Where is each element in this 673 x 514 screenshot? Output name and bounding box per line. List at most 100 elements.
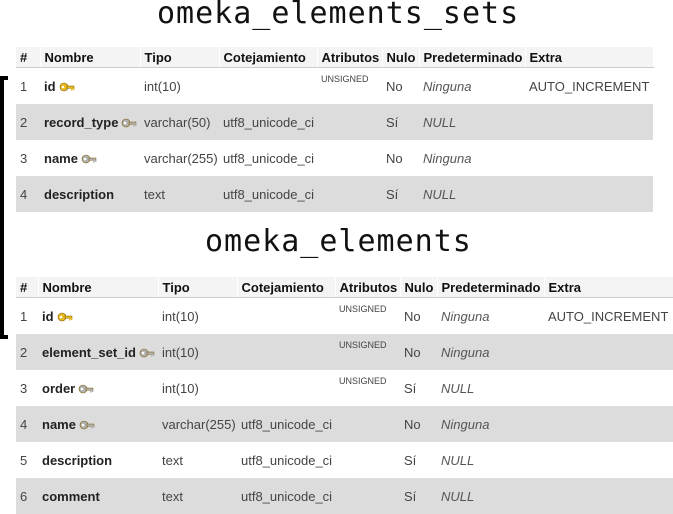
cell-row-number: 4: [16, 176, 40, 212]
header-row-number: #: [16, 277, 38, 298]
header-column-null: Nulo: [382, 47, 419, 68]
cell-column-type: varchar(255): [140, 140, 219, 176]
cell-column-null: No: [400, 298, 437, 335]
cell-column-attributes: UNSIGNED: [317, 68, 382, 105]
header-column-collation: Cotejamiento: [237, 277, 335, 298]
header-column-type: Tipo: [158, 277, 237, 298]
cell-column-default: Ninguna: [437, 334, 544, 370]
index-key-icon: [81, 153, 97, 165]
cell-column-extra: AUTO_INCREMENT: [525, 68, 653, 105]
cell-row-number: 4: [16, 406, 38, 442]
cell-column-default: NULL: [437, 478, 544, 514]
header-column-collation: Cotejamiento: [219, 47, 317, 68]
header-row-number: #: [16, 47, 40, 68]
cell-column-type: int(10): [158, 334, 237, 370]
table-header-row: #NombreTipoCotejamientoAtributosNuloPred…: [16, 47, 653, 68]
cell-column-default: Ninguna: [419, 68, 525, 105]
cell-column-collation: utf8_unicode_ci: [237, 406, 335, 442]
cell-column-attributes: [317, 104, 382, 140]
cell-column-default: NULL: [437, 370, 544, 406]
header-column-name: Nombre: [40, 47, 140, 68]
header-column-default: Predeterminado: [437, 277, 544, 298]
cell-column-type: varchar(50): [140, 104, 219, 140]
cell-column-null: No: [382, 140, 419, 176]
cell-column-type: int(10): [158, 298, 237, 335]
table-body: 1idint(10)UNSIGNEDNoNingunaAUTO_INCREMEN…: [16, 298, 673, 514]
cell-column-collation: utf8_unicode_ci: [237, 442, 335, 478]
cell-row-number: 3: [16, 370, 38, 406]
cell-column-extra: [525, 104, 653, 140]
column-name-label: comment: [42, 489, 100, 504]
cell-column-type: text: [158, 442, 237, 478]
header-column-default: Predeterminado: [419, 47, 525, 68]
column-name-label: description: [42, 453, 112, 468]
cell-column-extra: [525, 140, 653, 176]
cell-column-name: order: [38, 370, 158, 406]
cell-column-attributes: [335, 478, 400, 514]
column-name-label: description: [44, 187, 114, 202]
structure-table: #NombreTipoCotejamientoAtributosNuloPred…: [16, 47, 654, 212]
header-column-extra: Extra: [544, 277, 673, 298]
cell-column-type: int(10): [140, 68, 219, 105]
cell-column-default: Ninguna: [437, 298, 544, 335]
column-name-label: order: [42, 381, 75, 396]
cell-column-name: id: [38, 298, 158, 335]
index-key-icon: [121, 117, 137, 129]
cell-column-extra: [544, 334, 673, 370]
cell-column-name: comment: [38, 478, 158, 514]
cell-column-null: Sí: [400, 442, 437, 478]
cell-column-attributes: [317, 176, 382, 212]
index-key-icon: [78, 383, 94, 395]
table-title: omeka_elements_sets: [157, 0, 519, 31]
column-name-label: id: [44, 79, 56, 94]
cell-column-type: text: [158, 478, 237, 514]
primary-key-icon: [59, 81, 75, 93]
cell-column-attributes: UNSIGNED: [335, 298, 400, 335]
cell-column-name: element_set_id: [38, 334, 158, 370]
table-row: 6commenttextutf8_unicode_ciSíNULL: [16, 478, 673, 514]
cell-column-default: Ninguna: [419, 140, 525, 176]
cell-column-collation: [237, 334, 335, 370]
header-column-type: Tipo: [140, 47, 219, 68]
cell-column-collation: [237, 298, 335, 335]
table-body: 1idint(10)UNSIGNEDNoNingunaAUTO_INCREMEN…: [16, 68, 653, 213]
index-key-icon: [79, 419, 95, 431]
table-row: 5descriptiontextutf8_unicode_ciSíNULL: [16, 442, 673, 478]
cell-column-attributes: [335, 442, 400, 478]
header-column-name: Nombre: [38, 277, 158, 298]
cell-column-name: description: [38, 442, 158, 478]
column-name-label: record_type: [44, 115, 118, 130]
cell-column-extra: [544, 478, 673, 514]
cell-row-number: 2: [16, 334, 38, 370]
cell-column-type: varchar(255): [158, 406, 237, 442]
cell-column-default: NULL: [419, 104, 525, 140]
cell-column-attributes: UNSIGNED: [335, 334, 400, 370]
cell-column-null: Sí: [400, 478, 437, 514]
cell-column-collation: [237, 370, 335, 406]
cell-column-null: Sí: [400, 370, 437, 406]
cell-column-collation: utf8_unicode_ci: [237, 478, 335, 514]
cell-column-name: name: [38, 406, 158, 442]
table-title: omeka_elements: [205, 224, 472, 259]
relation-bracket: [0, 76, 8, 339]
structure-table: #NombreTipoCotejamientoAtributosNuloPred…: [16, 277, 673, 514]
cell-column-attributes: [335, 406, 400, 442]
cell-row-number: 3: [16, 140, 40, 176]
table-row: 1idint(10)UNSIGNEDNoNingunaAUTO_INCREMEN…: [16, 68, 653, 105]
cell-column-extra: [544, 406, 673, 442]
cell-column-attributes: [317, 140, 382, 176]
table-row: 4descriptiontextutf8_unicode_ciSíNULL: [16, 176, 653, 212]
table-row: 3orderint(10)UNSIGNEDSíNULL: [16, 370, 673, 406]
cell-column-collation: utf8_unicode_ci: [219, 176, 317, 212]
table-row: 3namevarchar(255)utf8_unicode_ciNoNingun…: [16, 140, 653, 176]
cell-column-name: id: [40, 68, 140, 105]
header-column-null: Nulo: [400, 277, 437, 298]
cell-column-null: No: [382, 68, 419, 105]
cell-column-default: Ninguna: [437, 406, 544, 442]
table-row: 4namevarchar(255)utf8_unicode_ciNoNingun…: [16, 406, 673, 442]
cell-column-collation: utf8_unicode_ci: [219, 104, 317, 140]
cell-column-null: Sí: [382, 176, 419, 212]
cell-column-extra: [544, 442, 673, 478]
table-row: 2element_set_idint(10)UNSIGNEDNoNinguna: [16, 334, 673, 370]
cell-column-collation: utf8_unicode_ci: [219, 140, 317, 176]
